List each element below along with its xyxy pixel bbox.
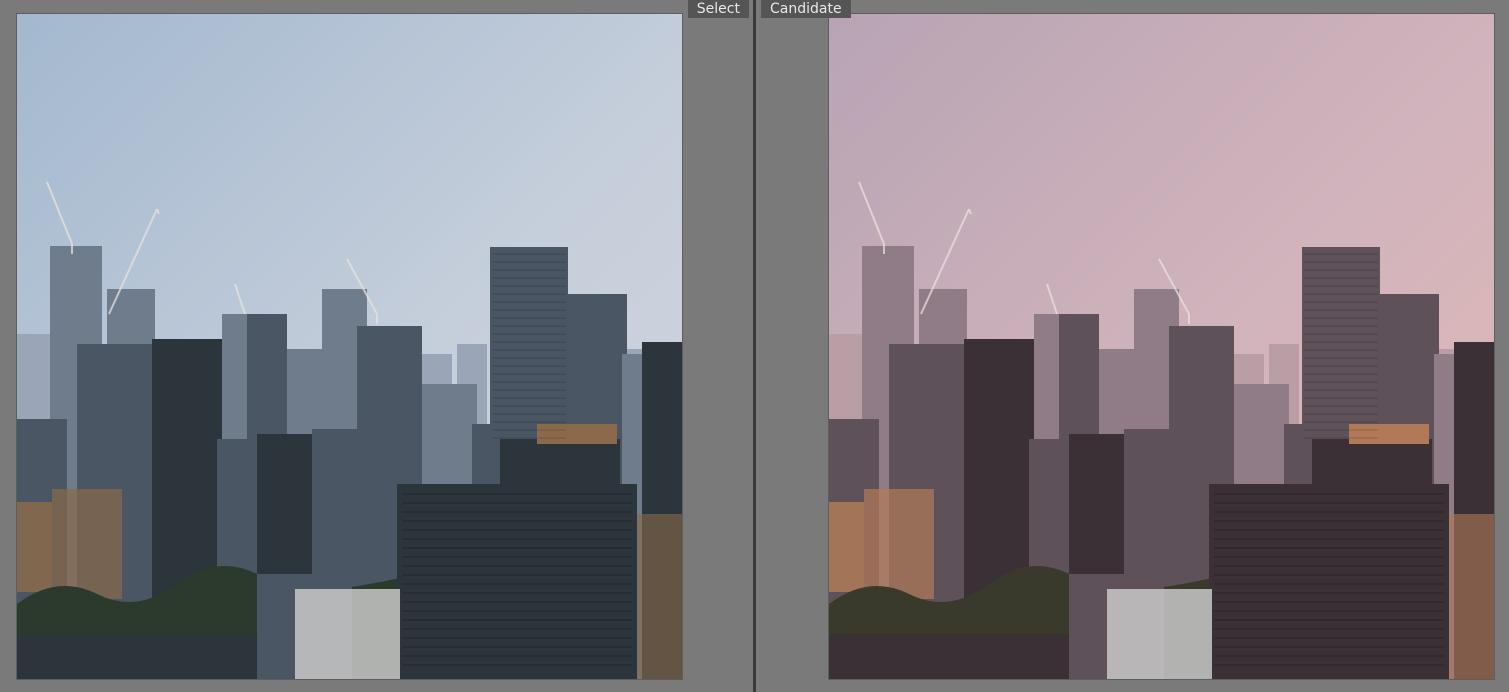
select-photo[interactable] bbox=[17, 14, 682, 679]
compare-view: Select Candidate bbox=[0, 0, 1509, 692]
mid-building bbox=[537, 424, 617, 444]
foreground-building bbox=[1209, 484, 1449, 679]
candidate-photo-image bbox=[829, 14, 1494, 679]
foreground-building bbox=[1107, 589, 1212, 679]
warm-building bbox=[1449, 514, 1494, 679]
foreground-building bbox=[295, 589, 400, 679]
warm-building bbox=[637, 514, 682, 679]
warm-building bbox=[52, 489, 122, 599]
candidate-photo[interactable] bbox=[829, 14, 1494, 679]
rooftops bbox=[829, 634, 1069, 679]
warm-building bbox=[829, 502, 864, 592]
candidate-label: Candidate bbox=[761, 0, 851, 18]
candidate-pane[interactable]: Candidate bbox=[756, 0, 1509, 692]
warm-building bbox=[17, 502, 52, 592]
rooftops bbox=[17, 634, 257, 679]
select-pane[interactable]: Select bbox=[0, 0, 753, 692]
select-photo-image bbox=[17, 14, 682, 679]
select-label: Select bbox=[687, 0, 749, 18]
warm-building bbox=[864, 489, 934, 599]
foreground-building bbox=[397, 484, 637, 679]
mid-building bbox=[1349, 424, 1429, 444]
